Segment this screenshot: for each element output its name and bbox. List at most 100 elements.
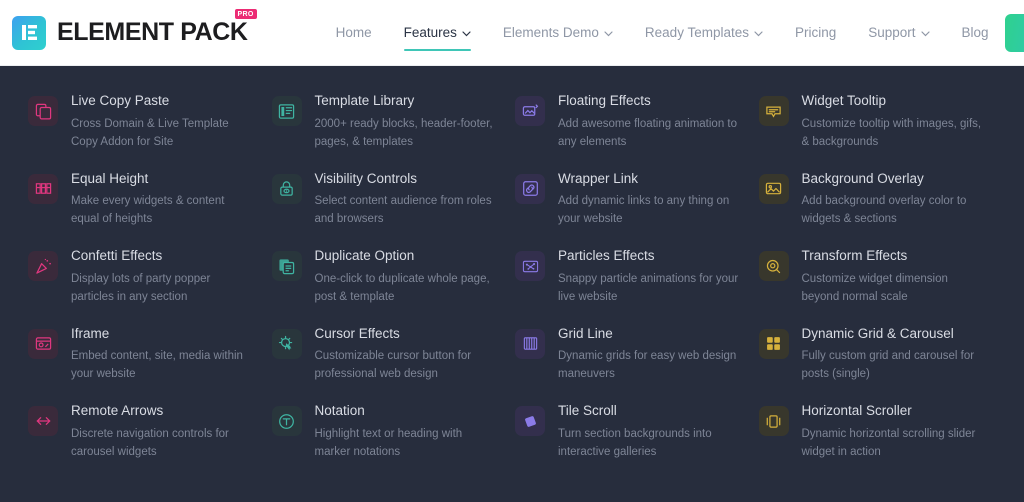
tile-scroll-icon: [515, 406, 545, 436]
feature-body: Confetti Effects Display lots of party p…: [71, 248, 256, 307]
feature-description: Customizable cursor button for professio…: [314, 350, 472, 381]
feature-description: Embed content, site, media within your w…: [71, 350, 243, 381]
chevron-down-icon: [604, 25, 613, 40]
feature-title: Horizontal Scroller: [801, 403, 912, 418]
brand-name-text: ELEMENT PACK: [57, 18, 248, 46]
brand-logo[interactable]: ELEMENT PACK PRO: [10, 9, 257, 50]
lock-visibility-icon: [271, 173, 302, 204]
nav-item-elements-demo[interactable]: Elements Demo: [487, 5, 629, 61]
feature-body: Transform Effects Customize widget dimen…: [802, 248, 987, 307]
feature-item[interactable]: Duplicate Option One-click to duplicate …: [271, 248, 500, 307]
grid-line-icon: [515, 328, 545, 359]
feature-title: Remote Arrows: [71, 403, 164, 418]
feature-title: Grid Line: [558, 325, 613, 341]
copy-paste-icon: [28, 96, 58, 126]
feature-body: Remote Arrows Discrete navigation contro…: [71, 403, 256, 462]
nav-item-label: Ready Templates: [644, 24, 749, 40]
feature-body: Duplicate Option One-click to duplicate …: [315, 248, 500, 307]
nav-item-home[interactable]: Home: [320, 5, 388, 61]
feature-title: Transform Effects: [801, 248, 908, 263]
feature-body: Template Library 2000+ ready blocks, hea…: [315, 93, 500, 152]
features-column-1: Live Copy Paste Cross Domain & Live Temp…: [28, 93, 272, 481]
features-column-2: Template Library 2000+ ready blocks, hea…: [271, 93, 516, 481]
feature-item[interactable]: Grid Line Dynamic grids for easy web des…: [515, 326, 743, 385]
feature-item[interactable]: Equal Height Make every widgets & conten…: [28, 171, 256, 230]
feature-item[interactable]: Remote Arrows Discrete navigation contro…: [28, 403, 256, 462]
feature-item[interactable]: Tile Scroll Turn section backgrounds int…: [515, 403, 743, 462]
feature-description: Customize tooltip with images, gifs, & b…: [801, 117, 982, 148]
feature-body: Wrapper Link Add dynamic links to any th…: [558, 171, 743, 230]
iframe-window-icon: [28, 328, 58, 359]
chevron-down-icon: [754, 25, 763, 40]
feature-description: Discrete navigation controls for carouse…: [71, 427, 229, 458]
feature-description: Add dynamic links to any thing on your w…: [558, 195, 730, 226]
nav-item-label: Home: [335, 24, 372, 40]
feature-description: Customize widget dimension beyond normal…: [801, 272, 948, 303]
nav-item-blog[interactable]: Blog: [946, 5, 1005, 61]
features-column-3: Floating Effects Add awesome floating an…: [515, 93, 759, 481]
template-library-icon: [271, 96, 302, 126]
feature-description: Select content audience from roles and b…: [314, 195, 492, 226]
nav-item-label: Features: [403, 24, 457, 40]
horizontal-scroller-icon: [758, 406, 789, 436]
feature-body: Dynamic Grid & Carousel Fully custom gri…: [802, 326, 987, 385]
feature-item[interactable]: Live Copy Paste Cross Domain & Live Temp…: [28, 93, 256, 152]
nav-item-features[interactable]: Features: [388, 5, 487, 61]
feature-description: Cross Domain & Live Template Copy Addon …: [71, 117, 229, 148]
feature-title: Background Overlay: [801, 170, 924, 186]
feature-description: One-click to duplicate whole page, post …: [314, 272, 490, 303]
feature-body: Visibility Controls Select content audie…: [315, 171, 500, 230]
nav-item-pricing[interactable]: Pricing: [779, 5, 852, 61]
feature-item[interactable]: Wrapper Link Add dynamic links to any th…: [515, 171, 743, 230]
remote-arrows-icon: [28, 406, 58, 436]
feature-item[interactable]: Notation Highlight text or heading with …: [271, 403, 500, 462]
feature-title: Duplicate Option: [314, 248, 415, 263]
feature-title: Particles Effects: [558, 248, 655, 263]
transform-effects-icon: [758, 251, 789, 281]
feature-body: Iframe Embed content, site, media within…: [71, 326, 256, 385]
feature-title: Floating Effects: [558, 93, 651, 108]
download-free-button[interactable]: Download Free: [1004, 13, 1024, 52]
duplicate-pages-icon: [271, 251, 302, 281]
feature-item[interactable]: Dynamic Grid & Carousel Fully custom gri…: [758, 326, 987, 385]
feature-description: Dynamic grids for easy web design maneuv…: [558, 350, 737, 381]
chevron-down-icon: [920, 25, 930, 40]
feature-description: Make every widgets & content equal of he…: [71, 195, 225, 226]
feature-item[interactable]: Transform Effects Customize widget dimen…: [758, 248, 987, 307]
feature-item[interactable]: Particles Effects Snappy particle animat…: [515, 248, 743, 307]
feature-item[interactable]: Widget Tooltip Customize tooltip with im…: [758, 93, 987, 152]
feature-description: Display lots of party popper particles i…: [71, 272, 211, 303]
feature-item[interactable]: Visibility Controls Select content audie…: [271, 171, 500, 230]
feature-item[interactable]: Iframe Embed content, site, media within…: [28, 326, 256, 385]
feature-body: Floating Effects Add awesome floating an…: [558, 93, 743, 152]
feature-item[interactable]: Cursor Effects Customizable cursor butto…: [271, 325, 500, 385]
dynamic-grid-carousel-icon: [758, 328, 789, 359]
feature-body: Live Copy Paste Cross Domain & Live Temp…: [71, 93, 256, 152]
background-overlay-icon: [758, 173, 789, 204]
nav-item-ready-templates[interactable]: Ready Templates: [629, 5, 779, 61]
nav-item-support[interactable]: Support: [852, 5, 945, 61]
feature-description: Add awesome floating animation to any el…: [558, 117, 737, 148]
feature-description: Dynamic horizontal scrolling slider widg…: [801, 427, 976, 458]
feature-body: Tile Scroll Turn section backgrounds int…: [558, 403, 743, 462]
features-column-4: Widget Tooltip Customize tooltip with im…: [758, 93, 1003, 481]
feature-title: Visibility Controls: [314, 170, 418, 186]
pro-badge: PRO: [234, 9, 257, 19]
feature-item[interactable]: Background Overlay Add background overla…: [758, 170, 987, 230]
feature-title: Cursor Effects: [314, 325, 400, 341]
feature-title: Confetti Effects: [71, 248, 163, 263]
site-header: ELEMENT PACK PRO Home Features Elements …: [0, 0, 1024, 66]
feature-item[interactable]: Template Library 2000+ ready blocks, hea…: [271, 93, 500, 152]
element-pack-logo-icon: [12, 15, 46, 50]
feature-description: Highlight text or heading with marker no…: [314, 427, 463, 458]
brand-name: ELEMENT PACK PRO: [57, 9, 257, 46]
feature-title: Widget Tooltip: [801, 93, 887, 108]
nav-item-label: Blog: [961, 24, 989, 40]
feature-item[interactable]: Confetti Effects Display lots of party p…: [28, 248, 256, 307]
feature-description: Fully custom grid and carousel for posts…: [801, 350, 975, 381]
main-navigation: Home Features Elements Demo Ready Templa…: [320, 5, 1005, 61]
feature-title: Equal Height: [71, 170, 149, 186]
feature-item[interactable]: Horizontal Scroller Dynamic horizontal s…: [758, 403, 987, 462]
feature-title: Tile Scroll: [558, 403, 617, 418]
feature-item[interactable]: Floating Effects Add awesome floating an…: [515, 93, 743, 152]
